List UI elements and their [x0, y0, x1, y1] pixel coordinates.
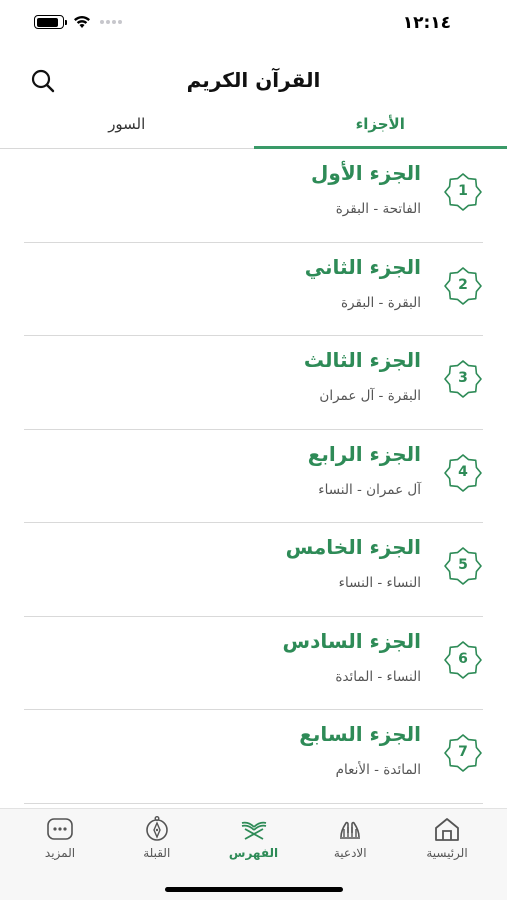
juz-number-badge: 2 [443, 266, 483, 306]
battery-icon [34, 15, 67, 29]
tabbar-qibla[interactable]: القبلة [115, 809, 199, 860]
juz-list-item[interactable]: 6 الجزء السادس النساء - المائدة [24, 617, 483, 710]
tab-surahs[interactable]: السور [0, 108, 254, 148]
tab-juz-label: الأجزاء [355, 115, 405, 133]
juz-surah-range: آل عمران - النساء [318, 481, 421, 498]
quran-stand-icon [241, 821, 266, 840]
status-time: ١٢:١٤ [402, 13, 451, 33]
juz-title: الجزء الرابع [307, 441, 421, 466]
tab-surahs-label: السور [108, 115, 146, 133]
search-icon[interactable] [28, 66, 58, 96]
tabbar-home[interactable]: الرئيسية [405, 809, 489, 860]
juz-title: الجزء السابع [299, 722, 421, 746]
juz-list: 1 الجزء الأول الفاتحة - البقرة 2 الجزء الثان… [0, 149, 507, 809]
header: القرآن الكريم [0, 58, 507, 102]
tab-juz[interactable]: الأجزاء [253, 108, 507, 149]
status-bar: ١٢:١٤ [0, 0, 507, 44]
juz-number-badge: 6 [443, 640, 483, 680]
battery-level-fill [36, 17, 58, 27]
tabbar-index[interactable]: الفهرس [212, 809, 296, 860]
juz-list-item[interactable]: 3 الجزء الثالث البقرة - آل عمران [24, 336, 483, 430]
juz-list-item[interactable]: 5 الجزء الخامس النساء - النساء [24, 523, 483, 617]
juz-title: الجزء الثاني [304, 254, 421, 279]
juz-list-item[interactable]: 7 الجزء السابع المائدة - الأنعام [24, 710, 483, 804]
wifi-icon [74, 16, 90, 28]
juz-number: 5 [458, 557, 468, 573]
tabbar-more[interactable]: المزيد [18, 809, 102, 860]
status-icons [34, 15, 122, 29]
tabbar-home-label: الرئيسية [426, 846, 468, 860]
juz-surah-range: البقرة - آل عمران [319, 388, 421, 404]
juz-surah-range: المائدة - الأنعام [335, 762, 421, 778]
segment-tabs: الأجزاء السور [0, 108, 507, 149]
juz-list-item[interactable]: 1 الجزء الأول الفاتحة - البقرة [24, 149, 483, 243]
tabbar-more-label: المزيد [44, 846, 76, 860]
juz-number-badge: 1 [443, 172, 483, 212]
tabbar-duas[interactable]: الادعية [308, 809, 392, 860]
tabbar-duas-label: الادعية [333, 846, 367, 860]
bottom-tab-bar: الرئيسية الادعية الفهرس القبلة المزيد [0, 808, 507, 900]
tabbar-index-label: الفهرس [228, 846, 279, 860]
juz-list-item[interactable]: 4 الجزء الرابع آل عمران - النساء [24, 430, 483, 523]
juz-number: 2 [458, 276, 468, 293]
signal-dots-icon [100, 20, 122, 24]
juz-number: 4 [458, 463, 468, 480]
juz-list-item[interactable]: 2 الجزء الثاني البقرة - البقرة [24, 243, 483, 336]
juz-surah-range: النساء - النساء [338, 575, 421, 591]
juz-surah-range: الفاتحة - البقرة [335, 201, 421, 217]
juz-title: الجزء السادس [282, 628, 422, 653]
juz-number-badge: 5 [443, 546, 483, 586]
search-button[interactable] [28, 66, 58, 96]
juz-number: 6 [458, 650, 468, 667]
juz-title: الجزء الثالث [303, 348, 421, 372]
juz-number-badge: 3 [443, 359, 483, 399]
home-icon [435, 818, 459, 841]
juz-number-badge: 7 [443, 733, 483, 773]
juz-title: الجزء الخامس [285, 535, 421, 559]
juz-number: 3 [458, 370, 468, 386]
juz-number: 7 [458, 744, 468, 760]
juz-number: 1 [458, 183, 468, 199]
compass-icon [145, 816, 168, 841]
more-icon [47, 818, 73, 840]
juz-title: الجزء الأول [311, 161, 421, 185]
juz-surah-range: البقرة - البقرة [340, 294, 421, 311]
home-indicator [165, 887, 343, 892]
tabbar-qibla-label: القبلة [143, 846, 171, 860]
praying-hands-icon [340, 821, 361, 839]
page-title: القرآن الكريم [186, 68, 321, 92]
juz-number-badge: 4 [443, 453, 483, 493]
juz-surah-range: النساء - المائدة [335, 668, 421, 685]
